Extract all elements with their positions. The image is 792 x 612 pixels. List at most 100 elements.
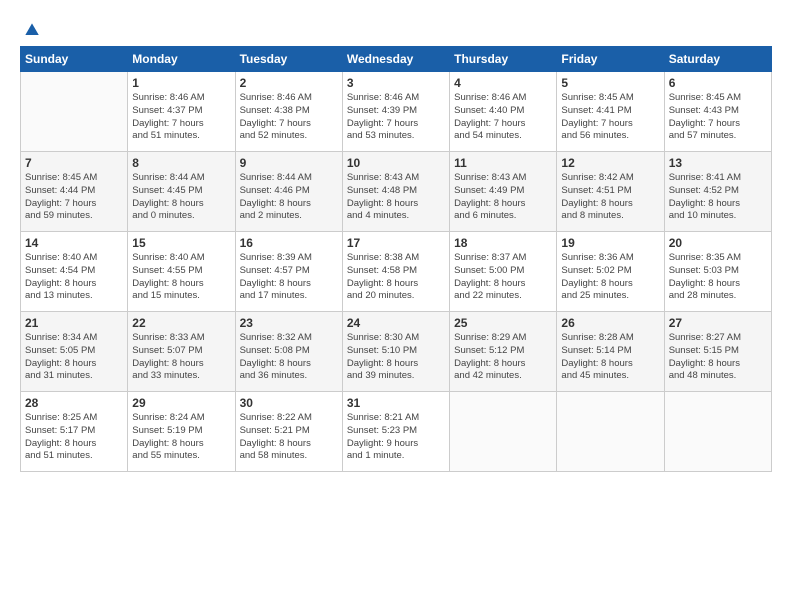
day-number: 24 bbox=[347, 316, 445, 330]
cell-content: Sunrise: 8:46 AM Sunset: 4:39 PM Dayligh… bbox=[347, 92, 445, 143]
logo-icon bbox=[22, 20, 42, 40]
calendar-table: SundayMondayTuesdayWednesdayThursdayFrid… bbox=[20, 46, 772, 472]
cell-content: Sunrise: 8:27 AM Sunset: 5:15 PM Dayligh… bbox=[669, 332, 767, 383]
day-number: 3 bbox=[347, 76, 445, 90]
header-cell-saturday: Saturday bbox=[664, 47, 771, 72]
day-number: 20 bbox=[669, 236, 767, 250]
header-cell-sunday: Sunday bbox=[21, 47, 128, 72]
day-number: 26 bbox=[561, 316, 659, 330]
cell-content: Sunrise: 8:21 AM Sunset: 5:23 PM Dayligh… bbox=[347, 412, 445, 463]
calendar-cell: 16Sunrise: 8:39 AM Sunset: 4:57 PM Dayli… bbox=[235, 232, 342, 312]
calendar-cell: 28Sunrise: 8:25 AM Sunset: 5:17 PM Dayli… bbox=[21, 392, 128, 472]
calendar-cell: 11 Sunrise: 8:43 AM Sunset: 4:49 PM Dayli… bbox=[450, 152, 557, 232]
calendar-cell bbox=[450, 392, 557, 472]
day-number: 11 bbox=[454, 156, 552, 170]
cell-content: Sunrise: 8:41 AM Sunset: 4:52 PM Dayligh… bbox=[669, 172, 767, 223]
day-number: 2 bbox=[240, 76, 338, 90]
calendar-cell: 7 Sunrise: 8:45 AM Sunset: 4:44 PM Daylig… bbox=[21, 152, 128, 232]
cell-content: Sunrise: 8:43 AM Sunset: 4:49 PM Dayligh… bbox=[454, 172, 552, 223]
day-number: 31 bbox=[347, 396, 445, 410]
cell-content: Sunrise: 8:43 AM Sunset: 4:48 PM Dayligh… bbox=[347, 172, 445, 223]
cell-content: Sunrise: 8:46 AM Sunset: 4:37 PM Dayligh… bbox=[132, 92, 230, 143]
calendar-cell: 29 Sunrise: 8:24 AM Sunset: 5:19 PM Dayli… bbox=[128, 392, 235, 472]
calendar-cell: 15 Sunrise: 8:40 AM Sunset: 4:55 PM Dayli… bbox=[128, 232, 235, 312]
day-number: 16 bbox=[240, 236, 338, 250]
cell-content: Sunrise: 8:22 AM Sunset: 5:21 PM Dayligh… bbox=[240, 412, 338, 463]
day-number: 19 bbox=[561, 236, 659, 250]
day-number: 22 bbox=[132, 316, 230, 330]
cell-content: Sunrise: 8:44 AM Sunset: 4:45 PM Dayligh… bbox=[132, 172, 230, 223]
cell-content: Sunrise: 8:44 AM Sunset: 4:46 PM Dayligh… bbox=[240, 172, 338, 223]
calendar-cell: 5 Sunrise: 8:45 AM Sunset: 4:41 PM Daylig… bbox=[557, 72, 664, 152]
calendar-cell: 23 Sunrise: 8:32 AM Sunset: 5:08 PM Dayli… bbox=[235, 312, 342, 392]
day-number: 23 bbox=[240, 316, 338, 330]
cell-content: Sunrise: 8:40 AM Sunset: 4:55 PM Dayligh… bbox=[132, 252, 230, 303]
day-number: 5 bbox=[561, 76, 659, 90]
day-number: 21 bbox=[25, 316, 123, 330]
calendar-cell: 13 Sunrise: 8:41 AM Sunset: 4:52 PM Dayli… bbox=[664, 152, 771, 232]
week-row-2: 7 Sunrise: 8:45 AM Sunset: 4:44 PM Daylig… bbox=[21, 152, 772, 232]
day-number: 4 bbox=[454, 76, 552, 90]
cell-content: Sunrise: 8:24 AM Sunset: 5:19 PM Dayligh… bbox=[132, 412, 230, 463]
day-number: 9 bbox=[240, 156, 338, 170]
cell-content: Sunrise: 8:45 AM Sunset: 4:43 PM Dayligh… bbox=[669, 92, 767, 143]
cell-content: Sunrise: 8:34 AM Sunset: 5:05 PM Dayligh… bbox=[25, 332, 123, 383]
calendar-cell: 10 Sunrise: 8:43 AM Sunset: 4:48 PM Dayli… bbox=[342, 152, 449, 232]
cell-content: Sunrise: 8:42 AM Sunset: 4:51 PM Dayligh… bbox=[561, 172, 659, 223]
calendar-cell: 1Sunrise: 8:46 AM Sunset: 4:37 PM Daylig… bbox=[128, 72, 235, 152]
cell-content: Sunrise: 8:30 AM Sunset: 5:10 PM Dayligh… bbox=[347, 332, 445, 383]
cell-content: Sunrise: 8:28 AM Sunset: 5:14 PM Dayligh… bbox=[561, 332, 659, 383]
day-number: 10 bbox=[347, 156, 445, 170]
cell-content: Sunrise: 8:32 AM Sunset: 5:08 PM Dayligh… bbox=[240, 332, 338, 383]
calendar-cell: 9 Sunrise: 8:44 AM Sunset: 4:46 PM Daylig… bbox=[235, 152, 342, 232]
day-number: 12 bbox=[561, 156, 659, 170]
cell-content: Sunrise: 8:37 AM Sunset: 5:00 PM Dayligh… bbox=[454, 252, 552, 303]
day-number: 8 bbox=[132, 156, 230, 170]
day-number: 7 bbox=[25, 156, 123, 170]
calendar-cell bbox=[557, 392, 664, 472]
cell-content: Sunrise: 8:38 AM Sunset: 4:58 PM Dayligh… bbox=[347, 252, 445, 303]
day-number: 17 bbox=[347, 236, 445, 250]
calendar-cell bbox=[664, 392, 771, 472]
day-number: 27 bbox=[669, 316, 767, 330]
calendar-cell: 2 Sunrise: 8:46 AM Sunset: 4:38 PM Daylig… bbox=[235, 72, 342, 152]
header-cell-tuesday: Tuesday bbox=[235, 47, 342, 72]
day-number: 15 bbox=[132, 236, 230, 250]
cell-content: Sunrise: 8:40 AM Sunset: 4:54 PM Dayligh… bbox=[25, 252, 123, 303]
week-row-4: 21 Sunrise: 8:34 AM Sunset: 5:05 PM Dayli… bbox=[21, 312, 772, 392]
calendar-cell: 27 Sunrise: 8:27 AM Sunset: 5:15 PM Dayli… bbox=[664, 312, 771, 392]
calendar-cell: 31 Sunrise: 8:21 AM Sunset: 5:23 PM Dayli… bbox=[342, 392, 449, 472]
logo bbox=[20, 20, 46, 40]
cell-content: Sunrise: 8:45 AM Sunset: 4:44 PM Dayligh… bbox=[25, 172, 123, 223]
cell-content: Sunrise: 8:46 AM Sunset: 4:38 PM Dayligh… bbox=[240, 92, 338, 143]
calendar-cell: 3 Sunrise: 8:46 AM Sunset: 4:39 PM Daylig… bbox=[342, 72, 449, 152]
day-number: 30 bbox=[240, 396, 338, 410]
day-number: 13 bbox=[669, 156, 767, 170]
day-number: 25 bbox=[454, 316, 552, 330]
cell-content: Sunrise: 8:46 AM Sunset: 4:40 PM Dayligh… bbox=[454, 92, 552, 143]
calendar-cell: 4 Sunrise: 8:46 AM Sunset: 4:40 PM Daylig… bbox=[450, 72, 557, 152]
header-cell-monday: Monday bbox=[128, 47, 235, 72]
calendar-cell: 17 Sunrise: 8:38 AM Sunset: 4:58 PM Dayli… bbox=[342, 232, 449, 312]
calendar-cell: 30 Sunrise: 8:22 AM Sunset: 5:21 PM Dayli… bbox=[235, 392, 342, 472]
calendar-cell: 19Sunrise: 8:36 AM Sunset: 5:02 PM Dayli… bbox=[557, 232, 664, 312]
week-row-5: 28Sunrise: 8:25 AM Sunset: 5:17 PM Dayli… bbox=[21, 392, 772, 472]
week-row-1: 1Sunrise: 8:46 AM Sunset: 4:37 PM Daylig… bbox=[21, 72, 772, 152]
calendar-cell: 6Sunrise: 8:45 AM Sunset: 4:43 PM Daylig… bbox=[664, 72, 771, 152]
cell-content: Sunrise: 8:45 AM Sunset: 4:41 PM Dayligh… bbox=[561, 92, 659, 143]
calendar-cell: 21 Sunrise: 8:34 AM Sunset: 5:05 PM Dayli… bbox=[21, 312, 128, 392]
cell-content: Sunrise: 8:33 AM Sunset: 5:07 PM Dayligh… bbox=[132, 332, 230, 383]
day-number: 28 bbox=[25, 396, 123, 410]
day-number: 18 bbox=[454, 236, 552, 250]
calendar-page: SundayMondayTuesdayWednesdayThursdayFrid… bbox=[0, 0, 792, 482]
header-cell-friday: Friday bbox=[557, 47, 664, 72]
day-number: 29 bbox=[132, 396, 230, 410]
week-row-3: 14Sunrise: 8:40 AM Sunset: 4:54 PM Dayli… bbox=[21, 232, 772, 312]
calendar-cell: 12 Sunrise: 8:42 AM Sunset: 4:51 PM Dayli… bbox=[557, 152, 664, 232]
calendar-cell: 14Sunrise: 8:40 AM Sunset: 4:54 PM Dayli… bbox=[21, 232, 128, 312]
header bbox=[20, 16, 772, 40]
cell-content: Sunrise: 8:35 AM Sunset: 5:03 PM Dayligh… bbox=[669, 252, 767, 303]
header-row: SundayMondayTuesdayWednesdayThursdayFrid… bbox=[21, 47, 772, 72]
calendar-cell: 26 Sunrise: 8:28 AM Sunset: 5:14 PM Dayli… bbox=[557, 312, 664, 392]
calendar-cell: 18 Sunrise: 8:37 AM Sunset: 5:00 PM Dayli… bbox=[450, 232, 557, 312]
